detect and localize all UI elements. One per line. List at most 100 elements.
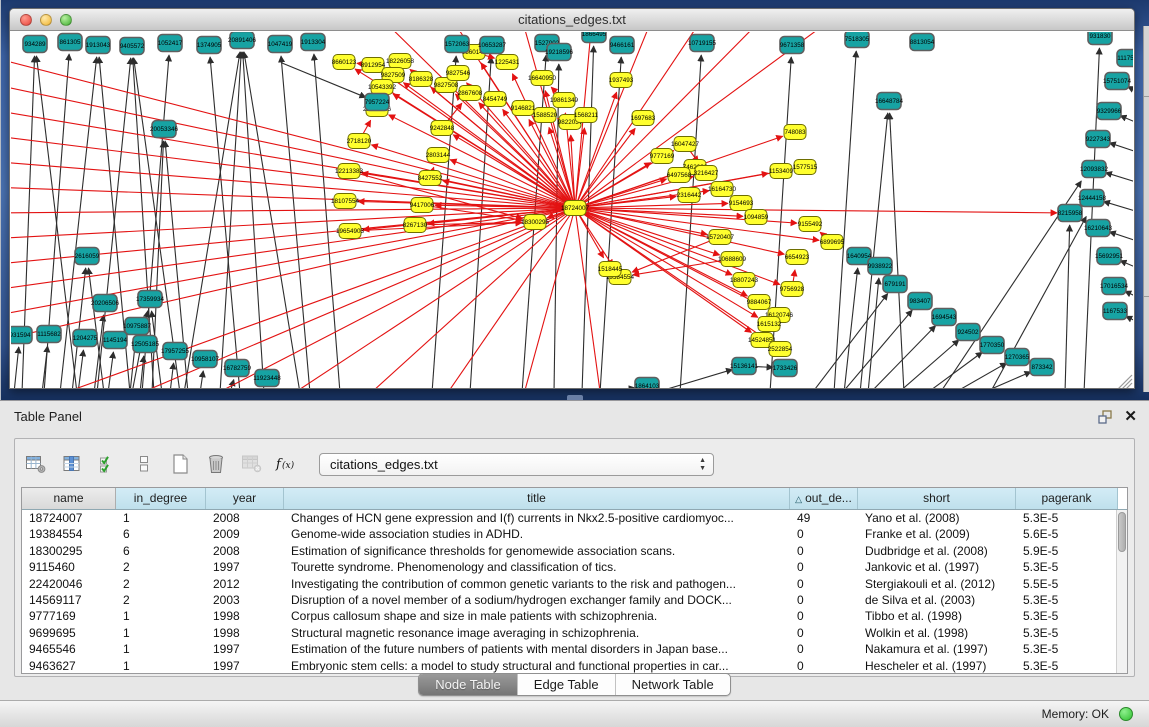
- cell-short[interactable]: Franke et al. (2009): [858, 526, 1016, 542]
- network-canvas[interactable]: 8660123891295418226058982750910543392818…: [11, 32, 1133, 388]
- graph-node[interactable]: 1167533: [1103, 303, 1128, 320]
- graph-node[interactable]: 679191: [883, 276, 907, 293]
- cell-in_degree[interactable]: 1: [116, 658, 206, 673]
- cell-title[interactable]: Disruption of a novel member of a sodium…: [284, 592, 790, 608]
- cell-title[interactable]: Changes of HCN gene expression and I(f) …: [284, 510, 790, 526]
- graph-node[interactable]: 9756928: [780, 282, 805, 297]
- cell-in_degree[interactable]: 6: [116, 526, 206, 542]
- graph-node[interactable]: 1145194: [103, 332, 128, 349]
- column-header-year[interactable]: year: [206, 488, 284, 509]
- cell-name[interactable]: 14569117: [22, 592, 116, 608]
- graph-node[interactable]: 6654923: [785, 250, 810, 265]
- graph-node[interactable]: 19654903: [336, 224, 365, 239]
- show-columns-icon[interactable]: [59, 451, 85, 477]
- cell-pagerank[interactable]: 5.3E-5: [1016, 592, 1116, 608]
- cell-out_de[interactable]: 49: [790, 510, 858, 526]
- cell-short[interactable]: Yano et al. (2008): [858, 510, 1016, 526]
- cell-name[interactable]: 18300295: [22, 543, 116, 559]
- graph-node[interactable]: 9938922: [868, 258, 893, 275]
- graph-node[interactable]: 8267130: [403, 218, 428, 233]
- selection-mode-icon[interactable]: [95, 451, 121, 477]
- table-row[interactable]: 946554611997Estimation of the future num…: [22, 641, 1116, 657]
- cell-in_degree[interactable]: 1: [116, 510, 206, 526]
- cell-name[interactable]: 22420046: [22, 576, 116, 592]
- cell-in_degree[interactable]: 1: [116, 641, 206, 657]
- table-row[interactable]: 1456911722003Disruption of a novel membe…: [22, 592, 1116, 608]
- cell-title[interactable]: Genome-wide association studies in ADHD.: [284, 526, 790, 542]
- graph-node[interactable]: 2616059: [75, 248, 100, 265]
- cell-name[interactable]: 9699695: [22, 625, 116, 641]
- cell-pagerank[interactable]: 5.3E-5: [1016, 641, 1116, 657]
- graph-node[interactable]: 1577515: [793, 160, 818, 175]
- cell-year[interactable]: 2008: [206, 543, 284, 559]
- graph-node[interactable]: 8186328: [409, 72, 434, 87]
- graph-node[interactable]: 9155492: [798, 217, 823, 232]
- cell-in_degree[interactable]: 2: [116, 576, 206, 592]
- cell-year[interactable]: 2003: [206, 592, 284, 608]
- graph-node[interactable]: 2316442: [677, 188, 702, 203]
- graph-node[interactable]: 15751074: [1103, 73, 1132, 90]
- graph-node[interactable]: 9884067: [747, 295, 772, 310]
- graph-node[interactable]: 10688609: [718, 252, 747, 267]
- cell-name[interactable]: 18724007: [22, 510, 116, 526]
- graph-node[interactable]: 7518305: [845, 32, 870, 48]
- graph-node[interactable]: 1270365: [1005, 349, 1030, 366]
- cell-name[interactable]: 9115460: [22, 559, 116, 575]
- graph-node[interactable]: 1047419: [268, 36, 293, 53]
- graph-node[interactable]: 1052417: [158, 35, 183, 52]
- graph-node[interactable]: 8427552: [418, 171, 443, 186]
- graph-node[interactable]: 748083: [784, 125, 806, 140]
- cell-out_de[interactable]: 0: [790, 592, 858, 608]
- graph-node[interactable]: 9777169: [650, 149, 675, 164]
- graph-node[interactable]: 8215958: [1058, 205, 1083, 222]
- graph-node[interactable]: 12505185: [131, 336, 160, 353]
- graph-node[interactable]: 16047427: [671, 137, 700, 152]
- graph-node[interactable]: 9154693: [729, 196, 754, 211]
- cell-short[interactable]: Wolkin et al. (1998): [858, 625, 1016, 641]
- cell-in_degree[interactable]: 1: [116, 625, 206, 641]
- table-row[interactable]: 969969511998Structural magnetic resonanc…: [22, 625, 1116, 641]
- graph-node[interactable]: 11923448: [253, 370, 281, 387]
- graph-node[interactable]: 9417006: [410, 198, 435, 213]
- table-row[interactable]: 1830029562008Estimation of significance …: [22, 543, 1116, 559]
- graph-node[interactable]: 6899695: [820, 235, 845, 250]
- cell-pagerank[interactable]: 5.9E-5: [1016, 543, 1116, 559]
- cell-title[interactable]: Estimation of the future numbers of pati…: [284, 641, 790, 657]
- graph-node[interactable]: 1572063: [445, 36, 470, 53]
- cell-name[interactable]: 9465546: [22, 641, 116, 657]
- cell-short[interactable]: Jankovic et al. (1997): [858, 559, 1016, 575]
- graph-node[interactable]: 1866495: [582, 32, 607, 43]
- graph-node[interactable]: 1518445: [598, 262, 623, 277]
- graph-node[interactable]: 1153409: [769, 164, 794, 179]
- graph-node[interactable]: 1864103: [635, 378, 660, 389]
- cell-pagerank[interactable]: 5.3E-5: [1016, 510, 1116, 526]
- graph-node[interactable]: 17016534: [1100, 278, 1129, 295]
- graph-node[interactable]: 12213383: [335, 164, 364, 179]
- cell-in_degree[interactable]: 2: [116, 559, 206, 575]
- cell-out_de[interactable]: 0: [790, 625, 858, 641]
- delete-columns-icon[interactable]: [203, 451, 229, 477]
- cell-title[interactable]: Investigating the contribution of common…: [284, 576, 790, 592]
- cell-year[interactable]: 1998: [206, 625, 284, 641]
- network-svg[interactable]: 8660123891295418226058982750910543392818…: [11, 32, 1133, 388]
- graph-node[interactable]: 1913304: [301, 34, 326, 51]
- column-header-pagerank[interactable]: pagerank: [1016, 488, 1118, 509]
- graph-node[interactable]: 17957255: [161, 343, 190, 360]
- graph-node[interactable]: 20891406: [228, 32, 257, 49]
- graph-node[interactable]: 861305: [58, 34, 82, 51]
- float-panel-icon[interactable]: [1097, 410, 1113, 424]
- column-header-out_de[interactable]: △out_de...: [790, 488, 858, 509]
- cell-in_degree[interactable]: 6: [116, 543, 206, 559]
- memory-status-icon[interactable]: [1119, 707, 1133, 721]
- graph-node[interactable]: 10653287: [478, 37, 507, 54]
- cell-year[interactable]: 1998: [206, 608, 284, 624]
- cell-year[interactable]: 1997: [206, 559, 284, 575]
- graph-node[interactable]: 10543392: [368, 80, 397, 95]
- graph-node[interactable]: 17359934: [136, 291, 165, 308]
- cell-year[interactable]: 2009: [206, 526, 284, 542]
- graph-node[interactable]: 1115682: [37, 326, 61, 343]
- cell-title[interactable]: Corpus callosum shape and size in male p…: [284, 608, 790, 624]
- graph-node[interactable]: 1733426: [773, 360, 798, 377]
- table-scrollbar-thumb[interactable]: [1118, 512, 1126, 552]
- function-builder-icon[interactable]: f(x): [275, 451, 301, 477]
